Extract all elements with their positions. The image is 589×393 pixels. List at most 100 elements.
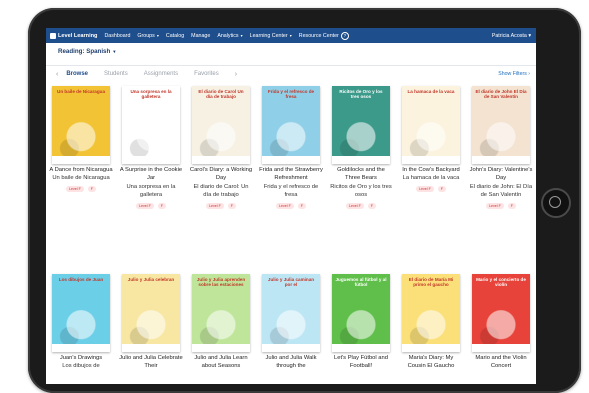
app-logo[interactable]: Level Learning	[50, 32, 98, 39]
book-title: Julio and Julia Walk through the	[265, 355, 317, 370]
book-cover[interactable]: El diario de Carol Un día de trabajo	[192, 86, 250, 164]
tab-favorites[interactable]: Favorites	[194, 71, 219, 77]
book-tags: Level FF	[259, 202, 323, 209]
book-cover[interactable]: Ricitos de Oro y los tres osos	[332, 86, 390, 164]
level-badge: Level F	[486, 202, 504, 209]
book-tags: Level FF	[329, 202, 393, 209]
book-cover[interactable]: Un baile de Nicaragua	[52, 86, 110, 164]
cover-publisher-strip	[192, 344, 250, 352]
nav-learning-center[interactable]: Learning Center ▾	[250, 33, 292, 39]
chevron-right-icon[interactable]: ›	[235, 71, 237, 78]
book-title: Goldilocks and the Three Bears	[337, 167, 385, 182]
book-card[interactable]: La hamaca de la vaca In the Cow's Backyar…	[399, 86, 463, 192]
tab-bar: ‹ Browse Students Assignments Favorites …	[46, 66, 536, 82]
book-card[interactable]: Los dibujos de Juan Juan's Drawings Los di…	[49, 274, 113, 371]
book-spanish-title: Los dibujos de	[62, 363, 100, 370]
letter-badge: F	[437, 185, 446, 192]
book-cover[interactable]: Julio y Julia aprenden sobre las estacio…	[192, 274, 250, 352]
book-spanish-title: La hamaca de la vaca	[402, 175, 460, 182]
book-card[interactable]: Un baile de Nicaragua A Dance from Nicara…	[49, 86, 113, 192]
nav-manage[interactable]: Manage	[191, 33, 210, 39]
reading-language-dropdown[interactable]: Reading: Spanish ▾	[58, 48, 116, 55]
book-spanish-title: Ricitos de Oro y los tres osos	[330, 183, 392, 199]
chevron-down-icon: ▾	[288, 32, 292, 38]
book-cover[interactable]: Julio y Julia caminan por el	[262, 274, 320, 352]
cover-title: Julio y Julia caminan por el	[267, 277, 315, 287]
cover-publisher-strip	[402, 156, 460, 164]
book-cover[interactable]: Mario y el concierto de violín	[472, 274, 530, 352]
book-cover[interactable]: La hamaca de la vaca	[402, 86, 460, 164]
book-card[interactable]: Ricitos de Oro y los tres osos Goldilocks…	[329, 86, 393, 209]
book-card[interactable]: Frida y el refresco de fresa Frida and th…	[259, 86, 323, 209]
top-nav-bar: Level Learning Dashboard Groups ▾ Catalo…	[46, 28, 536, 43]
reading-language-label: Reading: Spanish	[58, 48, 111, 55]
level-badge: Level F	[276, 202, 294, 209]
cover-title: La hamaca de la vaca	[407, 89, 455, 94]
chevron-left-icon[interactable]: ‹	[56, 71, 58, 78]
book-card[interactable]: El diario de María Mi primo el gaucho Mar…	[399, 274, 463, 371]
user-menu[interactable]: Patricia Acosta ▾	[492, 33, 531, 39]
chevron-down-icon: ▾	[113, 49, 116, 54]
level-badge: Level F	[346, 202, 364, 209]
cover-publisher-strip	[262, 156, 320, 164]
home-button[interactable]	[541, 188, 571, 218]
book-title: Mario and the Violin Concert	[475, 355, 527, 370]
book-card[interactable]: Julio y Julia caminan por el Julio and Ju…	[259, 274, 323, 371]
letter-badge: F	[297, 202, 306, 209]
nav-groups[interactable]: Groups ▾	[137, 33, 159, 39]
nav-catalog[interactable]: Catalog	[166, 33, 184, 39]
book-cover[interactable]: Frida y el refresco de fresa	[262, 86, 320, 164]
book-tags: Level FF	[49, 185, 113, 192]
book-card[interactable]: El diario de Carol Un día de trabajo Caro…	[189, 86, 253, 209]
cover-title: El diario de María Mi primo el gaucho	[408, 277, 454, 287]
book-card[interactable]: Juguemos al fútbol y al fútbol Let's Play…	[329, 274, 393, 371]
nav-groups-label: Groups	[137, 32, 155, 39]
show-filters-label: Show Filters	[498, 71, 527, 77]
cover-title: Julio y Julia celebran	[127, 277, 175, 282]
show-filters-button[interactable]: Show Filters ›	[498, 71, 530, 77]
book-card[interactable]: Mario y el concierto de violín Mario and …	[469, 274, 533, 371]
cover-title: Julio y Julia aprenden sobre las estacio…	[196, 277, 246, 287]
help-icon: ?	[340, 31, 349, 40]
nav-resource-center[interactable]: Resource Center?	[299, 31, 349, 40]
book-cover[interactable]: Juguemos al fútbol y al fútbol	[332, 274, 390, 352]
book-cover[interactable]: Los dibujos de Juan	[52, 274, 110, 352]
letter-badge: F	[227, 202, 236, 209]
book-card[interactable]: Julio y Julia aprenden sobre las estacio…	[189, 274, 253, 371]
app-screen: Level Learning Dashboard Groups ▾ Catalo…	[46, 28, 536, 384]
book-spanish-title: Una sorpresa en la galletera	[126, 183, 176, 199]
cover-illustration	[52, 274, 110, 352]
book-cover[interactable]: Una sorpresa en la galletera	[122, 86, 180, 164]
level-badge: Level F	[206, 202, 224, 209]
logo-icon	[50, 32, 56, 39]
book-cover[interactable]: El diario de John El Día de San Valentín	[472, 86, 530, 164]
cover-publisher-strip	[472, 156, 530, 164]
book-grid: Un baile de Nicaragua A Dance from Nicara…	[46, 84, 536, 384]
nav-analytics[interactable]: Analytics ▾	[217, 33, 242, 39]
cover-title: Frida y el refresco de fresa	[267, 89, 315, 99]
cover-title: El diario de Carol Un día de trabajo	[198, 89, 244, 99]
book-tags: Level FF	[399, 185, 463, 192]
cover-illustration	[52, 86, 110, 164]
book-card[interactable]: Julio y Julia celebran Julio and Julia Ce…	[119, 274, 183, 371]
book-cover[interactable]: El diario de María Mi primo el gaucho	[402, 274, 460, 352]
cover-publisher-strip	[402, 344, 460, 352]
book-cover[interactable]: Julio y Julia celebran	[122, 274, 180, 352]
level-badge: Level F	[136, 202, 154, 209]
tab-browse[interactable]: Browse	[66, 71, 88, 77]
letter-badge: F	[157, 202, 166, 209]
book-card[interactable]: El diario de John El Día de San Valentín…	[469, 86, 533, 209]
tab-assignments[interactable]: Assignments	[144, 71, 178, 77]
chevron-down-icon: ▾	[239, 32, 243, 38]
chevron-down-icon: ▾	[526, 32, 531, 39]
book-tags: Level FF	[119, 202, 183, 209]
nav-dashboard[interactable]: Dashboard	[104, 33, 130, 39]
logo-text: Level Learning	[58, 32, 98, 39]
tab-students[interactable]: Students	[104, 71, 128, 77]
cover-publisher-strip	[122, 344, 180, 352]
book-title: Carol's Diary: a Working Day	[189, 167, 253, 182]
book-card[interactable]: Una sorpresa en la galletera A Surprise i…	[119, 86, 183, 209]
cover-publisher-strip	[52, 344, 110, 352]
level-badge: Level F	[66, 185, 84, 192]
letter-badge: F	[87, 185, 96, 192]
